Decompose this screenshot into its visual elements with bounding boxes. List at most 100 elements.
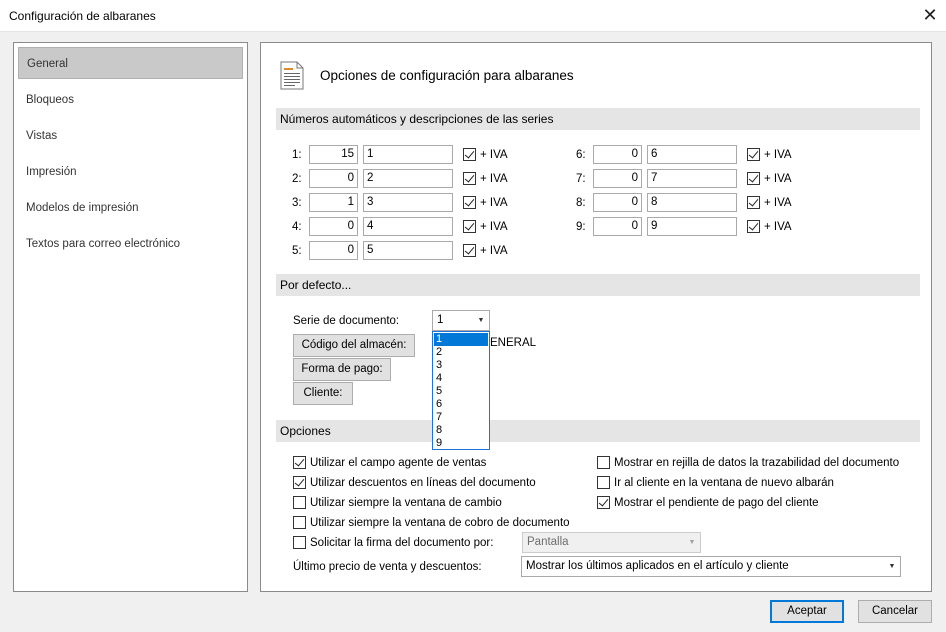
iva-label: + IVA bbox=[764, 173, 792, 185]
dropdown-option[interactable]: 6 bbox=[434, 398, 488, 411]
iva-label: + IVA bbox=[764, 197, 792, 209]
dropdown-option[interactable]: 2 bbox=[434, 346, 488, 359]
chevron-down-icon[interactable]: ▼ bbox=[884, 557, 900, 576]
chevron-down-icon[interactable]: ▼ bbox=[473, 311, 489, 330]
iva-checkbox[interactable] bbox=[463, 244, 476, 257]
series-description-input[interactable]: 6 bbox=[647, 145, 737, 164]
series-section-header: Números automáticos y descripciones de l… bbox=[276, 108, 920, 130]
ventana-cambio-checkbox[interactable] bbox=[293, 496, 306, 509]
series-description-input[interactable]: 4 bbox=[363, 217, 453, 236]
agente-ventas-checkbox[interactable] bbox=[293, 456, 306, 469]
trazabilidad-label: Mostrar en rejilla de datos la trazabili… bbox=[614, 457, 900, 469]
series-number-input[interactable]: 0 bbox=[593, 169, 642, 188]
iva-label: + IVA bbox=[480, 221, 508, 233]
iva-label: + IVA bbox=[764, 221, 792, 233]
chevron-down-icon[interactable]: ▼ bbox=[684, 533, 700, 552]
series-description-input[interactable]: 7 bbox=[647, 169, 737, 188]
dropdown-option[interactable]: 4 bbox=[434, 372, 488, 385]
ventana-cambio-label: Utilizar siempre la ventana de cambio bbox=[310, 497, 502, 509]
series-number-input[interactable]: 0 bbox=[309, 217, 358, 236]
series-label: 7: bbox=[576, 173, 586, 185]
pendiente-pago-label: Mostrar el pendiente de pago del cliente bbox=[614, 497, 819, 509]
cliente-button[interactable]: Cliente: bbox=[293, 382, 353, 405]
serie-documento-select[interactable]: 1 ▼ bbox=[432, 310, 490, 331]
sidebar-item-modelos-impresion[interactable]: Modelos de impresión bbox=[18, 192, 243, 224]
series-description-input[interactable]: 2 bbox=[363, 169, 453, 188]
solicitar-firma-checkbox[interactable] bbox=[293, 536, 306, 549]
options-section-header: Opciones bbox=[276, 420, 920, 442]
iva-checkbox[interactable] bbox=[747, 220, 760, 233]
ventana-cobro-label: Utilizar siempre la ventana de cobro de … bbox=[310, 517, 570, 529]
firma-select[interactable]: Pantalla ▼ bbox=[522, 532, 701, 553]
series-number-input[interactable]: 0 bbox=[309, 169, 358, 188]
document-icon bbox=[280, 61, 304, 90]
window-title: Configuración de albaranes bbox=[9, 9, 156, 23]
firma-value: Pantalla bbox=[527, 536, 569, 548]
defaults-section-header: Por defecto... bbox=[276, 274, 920, 296]
series-label: 4: bbox=[292, 221, 302, 233]
iva-checkbox[interactable] bbox=[747, 148, 760, 161]
cancel-button[interactable]: Cancelar bbox=[858, 600, 932, 623]
pendiente-pago-checkbox[interactable] bbox=[597, 496, 610, 509]
sidebar-item-impresion[interactable]: Impresión bbox=[18, 156, 243, 188]
forma-pago-button[interactable]: Forma de pago: bbox=[293, 358, 391, 381]
iva-checkbox[interactable] bbox=[463, 148, 476, 161]
series-number-input[interactable]: 0 bbox=[593, 217, 642, 236]
iva-checkbox[interactable] bbox=[463, 196, 476, 209]
dropdown-option[interactable]: 7 bbox=[434, 411, 488, 424]
page-title: Opciones de configuración para albaranes bbox=[320, 68, 574, 83]
sidebar-item-general[interactable]: General bbox=[18, 47, 243, 79]
series-number-input[interactable]: 15 bbox=[309, 145, 358, 164]
series-description-input[interactable]: 8 bbox=[647, 193, 737, 212]
accept-button[interactable]: Aceptar bbox=[770, 600, 844, 623]
dropdown-option[interactable]: 8 bbox=[434, 424, 488, 437]
series-label: 5: bbox=[292, 245, 302, 257]
series-label: 3: bbox=[292, 197, 302, 209]
agente-ventas-label: Utilizar el campo agente de ventas bbox=[310, 457, 487, 469]
series-number-input[interactable]: 1 bbox=[309, 193, 358, 212]
dropdown-option[interactable]: 5 bbox=[434, 385, 488, 398]
sidebar-item-textos-correo[interactable]: Textos para correo electrónico bbox=[18, 228, 243, 260]
ventana-cobro-checkbox[interactable] bbox=[293, 516, 306, 529]
dropdown-option[interactable]: 9 bbox=[434, 437, 488, 450]
series-description-input[interactable]: 9 bbox=[647, 217, 737, 236]
series-label: 8: bbox=[576, 197, 586, 209]
iva-checkbox[interactable] bbox=[747, 172, 760, 185]
close-icon[interactable]: ✕ bbox=[918, 4, 942, 28]
ultimo-precio-label: Último precio de venta y descuentos: bbox=[293, 561, 482, 573]
codigo-almacen-button[interactable]: Código del almacén: bbox=[293, 334, 415, 357]
iva-label: + IVA bbox=[764, 149, 792, 161]
dropdown-option[interactable]: 3 bbox=[434, 359, 488, 372]
series-number-input[interactable]: 0 bbox=[309, 241, 358, 260]
dropdown-option[interactable]: 1 bbox=[434, 333, 488, 346]
descuentos-lineas-label: Utilizar descuentos en líneas del docume… bbox=[310, 477, 536, 489]
iva-checkbox[interactable] bbox=[463, 220, 476, 233]
series-label: 6: bbox=[576, 149, 586, 161]
iva-checkbox[interactable] bbox=[747, 196, 760, 209]
iva-label: + IVA bbox=[480, 173, 508, 185]
sidebar-item-vistas[interactable]: Vistas bbox=[18, 120, 243, 152]
series-label: 1: bbox=[292, 149, 302, 161]
descuentos-lineas-checkbox[interactable] bbox=[293, 476, 306, 489]
ultimo-precio-value: Mostrar los últimos aplicados en el artí… bbox=[526, 560, 789, 572]
solicitar-firma-label: Solicitar la firma del documento por: bbox=[310, 537, 494, 549]
serie-dropdown-list: 1 2 3 4 5 6 7 8 9 bbox=[432, 331, 490, 450]
sidebar-item-bloqueos[interactable]: Bloqueos bbox=[18, 84, 243, 116]
trazabilidad-checkbox[interactable] bbox=[597, 456, 610, 469]
series-description-input[interactable]: 3 bbox=[363, 193, 453, 212]
series-description-input[interactable]: 1 bbox=[363, 145, 453, 164]
series-number-input[interactable]: 0 bbox=[593, 145, 642, 164]
iva-checkbox[interactable] bbox=[463, 172, 476, 185]
iva-label: + IVA bbox=[480, 245, 508, 257]
ir-cliente-label: Ir al cliente en la ventana de nuevo alb… bbox=[614, 477, 834, 489]
iva-label: + IVA bbox=[480, 149, 508, 161]
almacen-value: ENERAL bbox=[490, 337, 537, 349]
ultimo-precio-select[interactable]: Mostrar los últimos aplicados en el artí… bbox=[521, 556, 901, 577]
title-bar: Configuración de albaranes ✕ bbox=[0, 0, 946, 32]
series-label: 2: bbox=[292, 173, 302, 185]
series-number-input[interactable]: 0 bbox=[593, 193, 642, 212]
sidebar: General Bloqueos Vistas Impresión Modelo… bbox=[13, 42, 248, 592]
ir-cliente-checkbox[interactable] bbox=[597, 476, 610, 489]
series-description-input[interactable]: 5 bbox=[363, 241, 453, 260]
series-label: 9: bbox=[576, 221, 586, 233]
